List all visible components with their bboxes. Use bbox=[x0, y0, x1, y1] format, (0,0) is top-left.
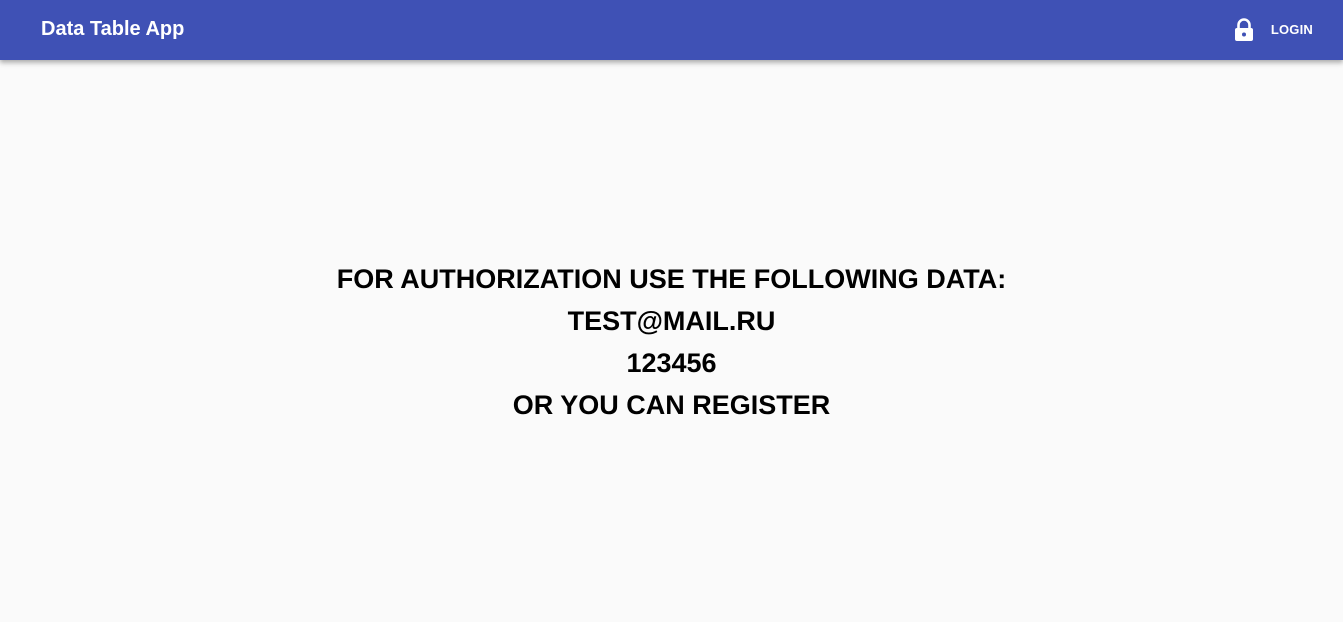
authorization-instruction: FOR AUTHORIZATION USE THE FOLLOWING DATA… bbox=[336, 264, 1007, 294]
lock-icon bbox=[1234, 18, 1254, 42]
app-bar: Data Table App LOGIN bbox=[0, 0, 1343, 60]
login-label: LOGIN bbox=[1270, 22, 1313, 37]
test-password: 123456 bbox=[626, 348, 717, 378]
main-content: FOR AUTHORIZATION USE THE FOLLOWING DATA… bbox=[0, 60, 1343, 622]
register-hint: OR YOU CAN REGISTER bbox=[512, 390, 831, 420]
authorization-info: FOR AUTHORIZATION USE THE FOLLOWING DATA… bbox=[0, 258, 1343, 426]
test-email: TEST@MAIL.RU bbox=[567, 306, 776, 336]
login-button[interactable]: LOGIN bbox=[1234, 14, 1313, 46]
app-title: Data Table App bbox=[41, 18, 185, 40]
